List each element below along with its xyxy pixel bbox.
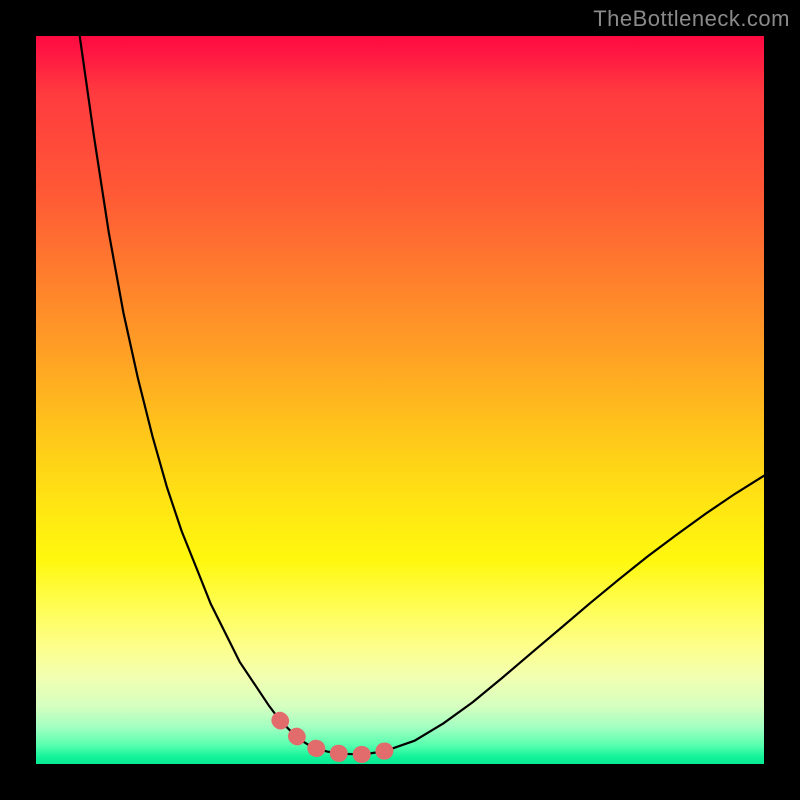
curve-layer — [36, 36, 764, 764]
bottleneck-curve — [80, 36, 764, 755]
optimal-range-highlight — [280, 720, 386, 754]
chart-frame: TheBottleneck.com — [0, 0, 800, 800]
watermark-text: TheBottleneck.com — [593, 6, 790, 32]
plot-area — [36, 36, 764, 764]
